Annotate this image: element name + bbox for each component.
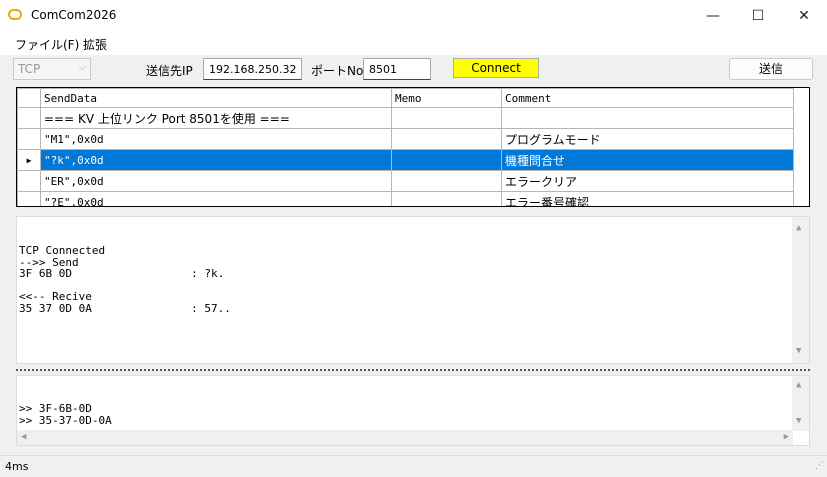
port-input[interactable]: 8501 [363, 58, 431, 80]
maximize-icon: ☐ [751, 7, 765, 24]
minimize-icon: — [706, 7, 720, 24]
table-row[interactable]: === KV 上位リンク Port 8501を使用 === [17, 107, 794, 129]
table-row[interactable]: "?E",0x0d エラー番号確認 [17, 191, 794, 206]
dest-ip-input[interactable]: 192.168.250.32 [203, 58, 302, 80]
column-header-comment[interactable]: Comment [501, 88, 794, 108]
scroll-left-icon[interactable]: ◀ [21, 432, 26, 444]
cell-memo[interactable] [391, 170, 502, 192]
cell-memo[interactable] [391, 149, 502, 171]
history-hscrollbar[interactable]: ◀ ▶ [17, 430, 793, 445]
menu-bar [0, 31, 827, 55]
status-elapsed: 4ms [5, 460, 29, 473]
log-text: TCP Connected -->> Send 3F 6B 0D : ?k. <… [19, 244, 231, 315]
scroll-down-icon[interactable]: ▼ [796, 346, 801, 358]
window-title: ComCom2026 [31, 8, 117, 22]
resize-grip-icon[interactable]: ⋰ [815, 461, 824, 471]
cell-senddata[interactable]: "M1",0x0d [40, 128, 392, 150]
maximize-button[interactable]: ☐ [735, 0, 781, 31]
table-row-selected[interactable]: ▶ "?k",0x0d 機種問合せ [17, 149, 794, 171]
cell-senddata[interactable]: "?k",0x0d [40, 149, 392, 171]
cell-comment[interactable]: エラークリア [501, 170, 794, 192]
log-scrollbar[interactable]: ▲ ▼ [792, 217, 809, 363]
history-textarea[interactable]: >> 3F-6B-0D >> 35-37-0D-0A ▲ ▼ ◀ ▶ [16, 375, 810, 446]
row-header[interactable]: ▶ [17, 149, 41, 171]
cell-comment[interactable] [501, 107, 794, 129]
chevron-down-icon: ⌵ [78, 62, 86, 73]
cell-memo[interactable] [391, 191, 502, 206]
status-bar: 4ms ⋰ [0, 455, 827, 477]
cell-comment[interactable]: エラー番号確認 [501, 191, 794, 206]
menu-file[interactable]: ファイル(F) [15, 36, 79, 53]
protocol-select[interactable]: TCP ⌵ [13, 58, 91, 80]
protocol-value: TCP [18, 62, 41, 76]
grid-header-row: SendData Memo Comment [17, 88, 794, 108]
grid-table: SendData Memo Comment === KV 上位リンク Port … [17, 88, 794, 206]
cell-memo[interactable] [391, 107, 502, 129]
cell-memo[interactable] [391, 128, 502, 150]
connect-button[interactable]: Connect [453, 58, 539, 78]
cell-comment[interactable]: 機種問合せ [501, 149, 794, 171]
row-header[interactable] [17, 128, 41, 150]
history-vscrollbar[interactable]: ▲ ▼ [792, 376, 809, 431]
row-header-corner [17, 88, 41, 108]
table-row[interactable]: "M1",0x0d プログラムモード [17, 128, 794, 150]
cell-comment[interactable]: プログラムモード [501, 128, 794, 150]
app-icon [8, 9, 22, 20]
table-row[interactable]: "ER",0x0d エラークリア [17, 170, 794, 192]
cell-senddata[interactable]: "ER",0x0d [40, 170, 392, 192]
scroll-right-icon[interactable]: ▶ [784, 432, 789, 444]
close-icon: ✕ [798, 7, 810, 24]
column-header-senddata[interactable]: SendData [40, 88, 392, 108]
send-data-grid[interactable]: SendData Memo Comment === KV 上位リンク Port … [16, 87, 810, 207]
cell-senddata[interactable]: "?E",0x0d [40, 191, 392, 206]
row-header[interactable] [17, 191, 41, 206]
menu-extend[interactable]: 拡張 [83, 36, 107, 53]
row-header[interactable] [17, 170, 41, 192]
scroll-up-icon[interactable]: ▲ [796, 223, 801, 235]
pane-splitter[interactable] [16, 369, 810, 372]
dest-ip-label: 送信先IP [146, 64, 193, 78]
cell-senddata[interactable]: === KV 上位リンク Port 8501を使用 === [40, 107, 392, 129]
column-header-memo[interactable]: Memo [391, 88, 502, 108]
scroll-up-icon[interactable]: ▲ [796, 380, 801, 392]
scroll-down-icon[interactable]: ▼ [796, 416, 801, 428]
current-row-arrow-icon: ▶ [26, 155, 32, 165]
log-textarea[interactable]: TCP Connected -->> Send 3F 6B 0D : ?k. <… [16, 216, 810, 364]
minimize-button[interactable]: — [690, 0, 736, 31]
history-text: >> 3F-6B-0D >> 35-37-0D-0A [19, 402, 112, 427]
close-button[interactable]: ✕ [781, 0, 827, 31]
port-label: ポートNo [311, 64, 364, 78]
send-button[interactable]: 送信 [729, 58, 813, 80]
row-header[interactable] [17, 107, 41, 129]
